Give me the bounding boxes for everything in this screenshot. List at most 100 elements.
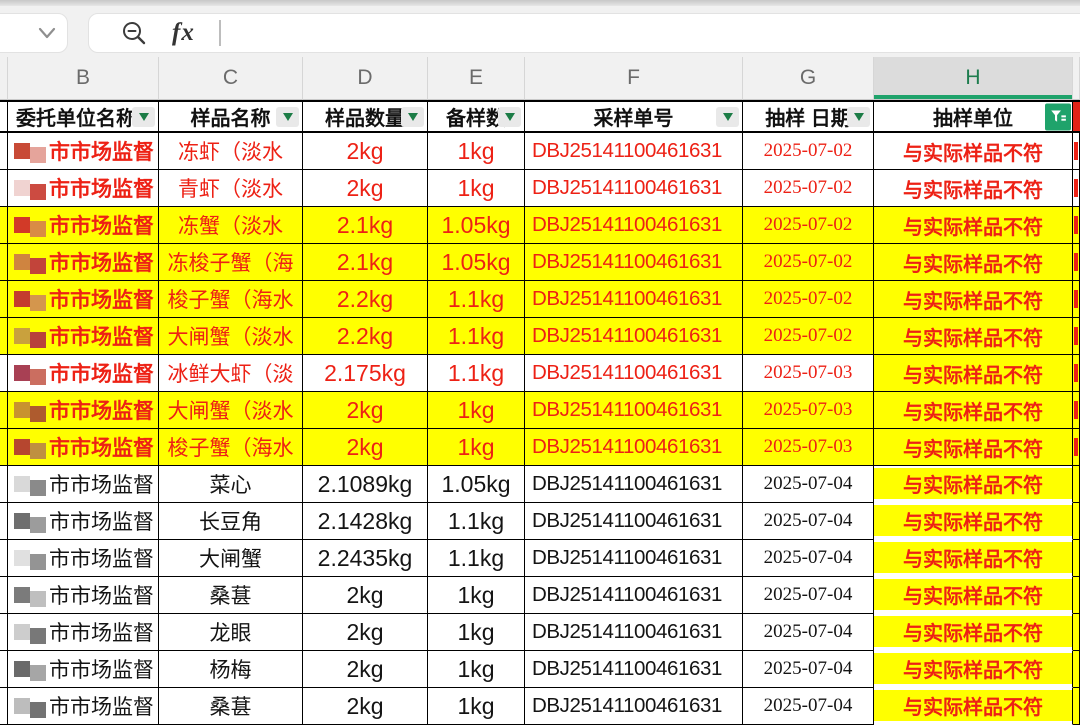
cell-E5[interactable]: 1.1kg xyxy=(428,281,525,318)
cell-G6[interactable]: 2025-07-02 xyxy=(743,318,874,355)
cell-B11[interactable]: 市市场监督 xyxy=(8,503,159,540)
cell-I13[interactable] xyxy=(1073,577,1080,614)
cell-G8[interactable]: 2025-07-03 xyxy=(743,392,874,429)
header-cell-D[interactable]: 样品数量 xyxy=(303,100,428,133)
cell-E14[interactable]: 1kg xyxy=(428,614,525,651)
filter-dropdown-icon[interactable] xyxy=(847,107,870,127)
cell-F2[interactable]: DBJ25141100461631 xyxy=(525,170,743,207)
filter-dropdown-icon[interactable] xyxy=(498,107,521,127)
cell-E16[interactable]: 1kg xyxy=(428,688,525,725)
cell-G12[interactable]: 2025-07-04 xyxy=(743,540,874,577)
cell-G14[interactable]: 2025-07-04 xyxy=(743,614,874,651)
cell-C16[interactable]: 桑葚 xyxy=(159,688,303,725)
cell-A8[interactable] xyxy=(0,392,8,429)
header-cell-C[interactable]: 样品名称 xyxy=(159,100,303,133)
filter-dropdown-icon[interactable] xyxy=(132,107,155,127)
cell-B15[interactable]: 市市场监督 xyxy=(8,651,159,688)
filter-dropdown-icon[interactable] xyxy=(716,107,739,127)
cell-G10[interactable]: 2025-07-04 xyxy=(743,466,874,503)
cell-D6[interactable]: 2.2kg xyxy=(303,318,428,355)
cell-A10[interactable] xyxy=(0,466,8,503)
cell-F14[interactable]: DBJ25141100461631 xyxy=(525,614,743,651)
cell-E10[interactable]: 1.05kg xyxy=(428,466,525,503)
cell-H15[interactable]: 与实际样品不符 xyxy=(874,651,1073,688)
cell-E3[interactable]: 1.05kg xyxy=(428,207,525,244)
zoom-search-icon[interactable] xyxy=(121,20,148,47)
cell-A1[interactable] xyxy=(0,133,8,170)
cell-H6[interactable]: 与实际样品不符 xyxy=(874,318,1073,355)
header-cell-E[interactable]: 备样数 xyxy=(428,100,525,133)
cell-B2[interactable]: 市市场监督 xyxy=(8,170,159,207)
cell-A13[interactable] xyxy=(0,577,8,614)
cell-I14[interactable] xyxy=(1073,614,1080,651)
cell-F11[interactable]: DBJ25141100461631 xyxy=(525,503,743,540)
cell-F4[interactable]: DBJ25141100461631 xyxy=(525,244,743,281)
cell-D12[interactable]: 2.2435kg xyxy=(303,540,428,577)
cell-H12[interactable]: 与实际样品不符 xyxy=(874,540,1073,577)
cell-D13[interactable]: 2kg xyxy=(303,577,428,614)
cell-B9[interactable]: 市市场监督 xyxy=(8,429,159,466)
cell-B5[interactable]: 市市场监督 xyxy=(8,281,159,318)
cell-I10[interactable] xyxy=(1073,466,1080,503)
cell-G11[interactable]: 2025-07-04 xyxy=(743,503,874,540)
cell-I6[interactable] xyxy=(1073,318,1080,355)
col-letter-B[interactable]: B xyxy=(8,57,159,100)
cell-G5[interactable]: 2025-07-02 xyxy=(743,281,874,318)
cell-I9[interactable] xyxy=(1073,429,1080,466)
cell-D9[interactable]: 2kg xyxy=(303,429,428,466)
cell-H16[interactable]: 与实际样品不符 xyxy=(874,688,1073,725)
cell-A6[interactable] xyxy=(0,318,8,355)
cell-E4[interactable]: 1.05kg xyxy=(428,244,525,281)
cell-F12[interactable]: DBJ25141100461631 xyxy=(525,540,743,577)
cell-B12[interactable]: 市市场监督 xyxy=(8,540,159,577)
cell-F16[interactable]: DBJ25141100461631 xyxy=(525,688,743,725)
cell-F5[interactable]: DBJ25141100461631 xyxy=(525,281,743,318)
cell-D7[interactable]: 2.175kg xyxy=(303,355,428,392)
cell-I11[interactable] xyxy=(1073,503,1080,540)
cell-B13[interactable]: 市市场监督 xyxy=(8,577,159,614)
cell-H7[interactable]: 与实际样品不符 xyxy=(874,355,1073,392)
cell-G2[interactable]: 2025-07-02 xyxy=(743,170,874,207)
cell-D11[interactable]: 2.1428kg xyxy=(303,503,428,540)
cell-I5[interactable] xyxy=(1073,281,1080,318)
cell-H10[interactable]: 与实际样品不符 xyxy=(874,466,1073,503)
cell-D1[interactable]: 2kg xyxy=(303,133,428,170)
cell-C8[interactable]: 大闸蟹（淡水 xyxy=(159,392,303,429)
chevron-down-icon[interactable] xyxy=(37,26,57,40)
cell-G16[interactable]: 2025-07-04 xyxy=(743,688,874,725)
cell-A11[interactable] xyxy=(0,503,8,540)
col-letter-G[interactable]: G xyxy=(743,57,874,100)
col-letter-i-sliver[interactable] xyxy=(1073,57,1080,100)
cell-B16[interactable]: 市市场监督 xyxy=(8,688,159,725)
cell-B10[interactable]: 市市场监督 xyxy=(8,466,159,503)
cell-H1[interactable]: 与实际样品不符 xyxy=(874,133,1073,170)
cell-C11[interactable]: 长豆角 xyxy=(159,503,303,540)
cell-A9[interactable] xyxy=(0,429,8,466)
cell-G9[interactable]: 2025-07-03 xyxy=(743,429,874,466)
cell-F6[interactable]: DBJ25141100461631 xyxy=(525,318,743,355)
cell-I12[interactable] xyxy=(1073,540,1080,577)
cell-D14[interactable]: 2kg xyxy=(303,614,428,651)
cell-E11[interactable]: 1.1kg xyxy=(428,503,525,540)
cell-H9[interactable]: 与实际样品不符 xyxy=(874,429,1073,466)
header-cell-i-sliver[interactable] xyxy=(1073,100,1080,133)
name-box[interactable] xyxy=(0,13,68,53)
cell-F13[interactable]: DBJ25141100461631 xyxy=(525,577,743,614)
cell-F9[interactable]: DBJ25141100461631 xyxy=(525,429,743,466)
cell-B8[interactable]: 市市场监督 xyxy=(8,392,159,429)
cell-I2[interactable] xyxy=(1073,170,1080,207)
cell-H8[interactable]: 与实际样品不符 xyxy=(874,392,1073,429)
cell-C15[interactable]: 杨梅 xyxy=(159,651,303,688)
cell-C4[interactable]: 冻梭子蟹（海 xyxy=(159,244,303,281)
cell-H11[interactable]: 与实际样品不符 xyxy=(874,503,1073,540)
formula-input-caret[interactable] xyxy=(219,20,221,46)
cell-H4[interactable]: 与实际样品不符 xyxy=(874,244,1073,281)
cell-H13[interactable]: 与实际样品不符 xyxy=(874,577,1073,614)
cell-F15[interactable]: DBJ25141100461631 xyxy=(525,651,743,688)
cell-F7[interactable]: DBJ25141100461631 xyxy=(525,355,743,392)
header-cell-H[interactable]: 抽样单位 xyxy=(874,100,1073,133)
cell-C9[interactable]: 梭子蟹（海水 xyxy=(159,429,303,466)
cell-I15[interactable] xyxy=(1073,651,1080,688)
cell-C12[interactable]: 大闸蟹 xyxy=(159,540,303,577)
cell-C6[interactable]: 大闸蟹（淡水 xyxy=(159,318,303,355)
